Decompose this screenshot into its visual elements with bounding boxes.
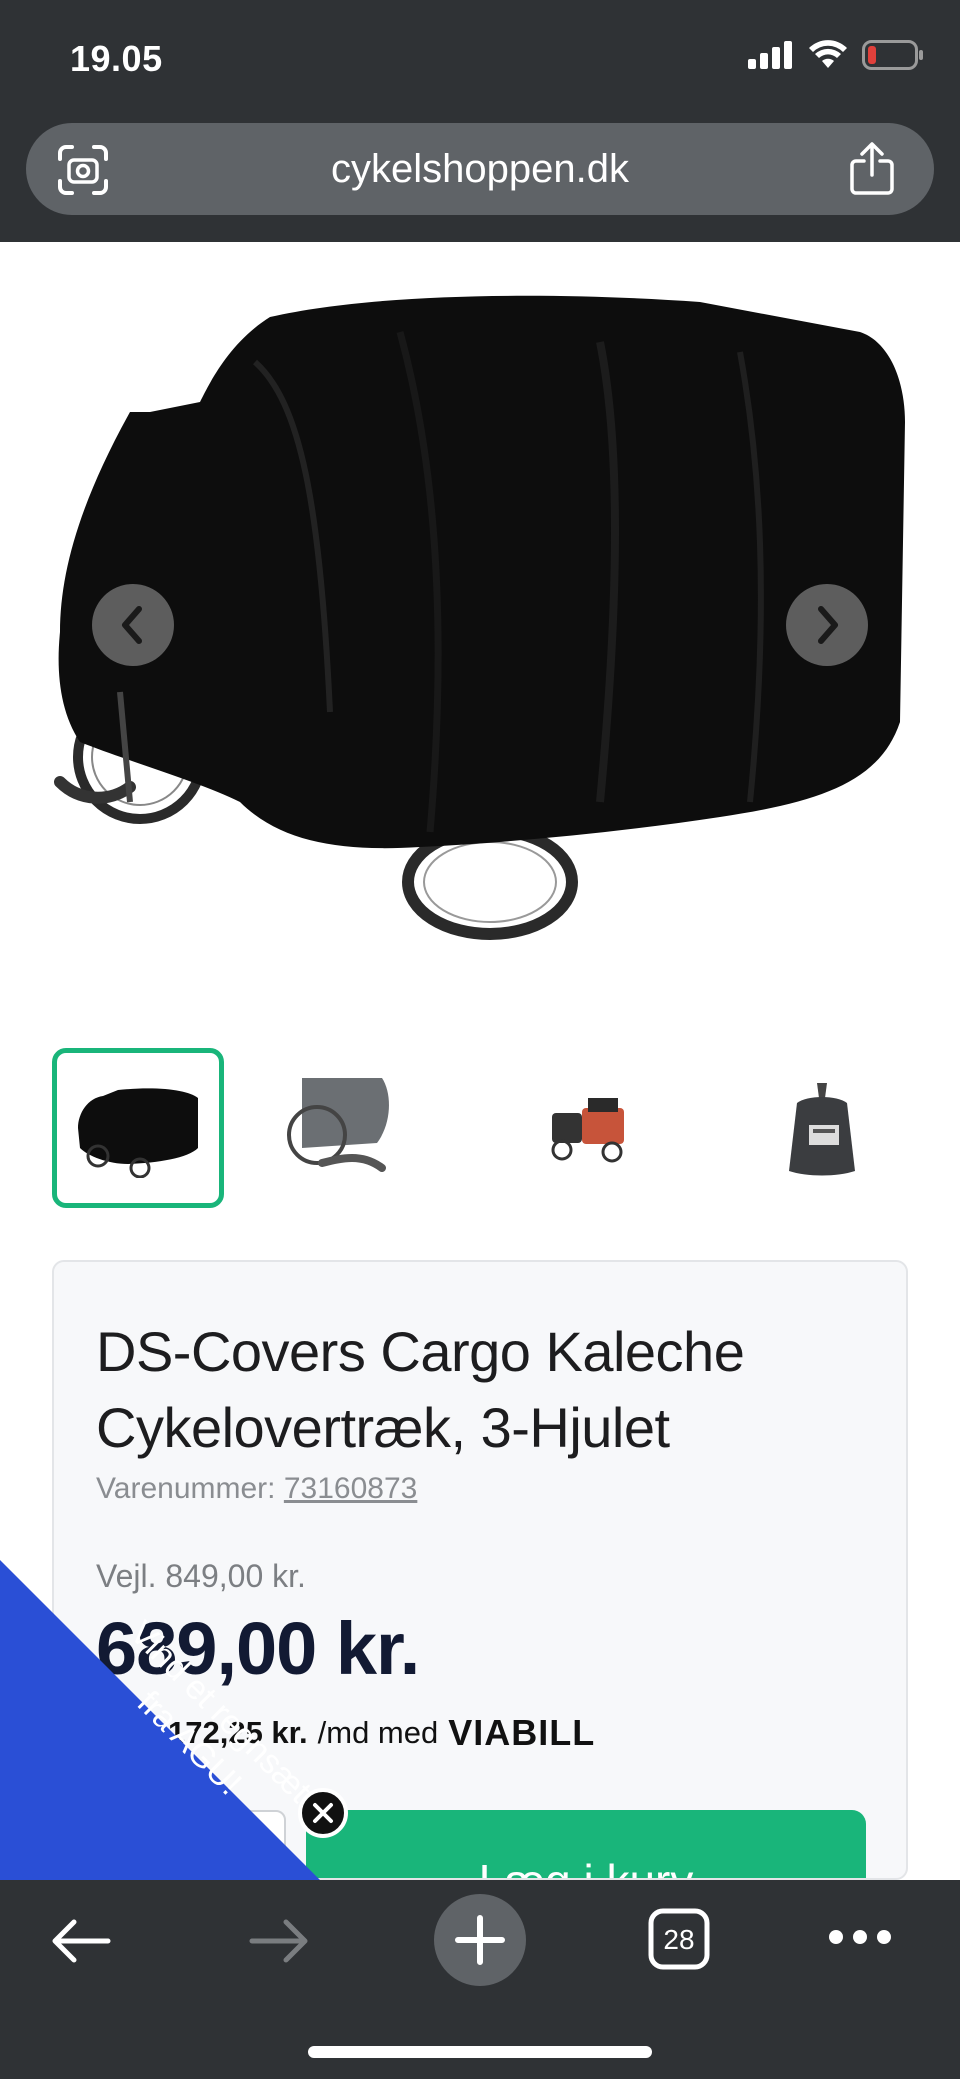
- chevron-left-icon: [122, 606, 142, 644]
- address-bar[interactable]: cykelshoppen.dk: [26, 123, 934, 215]
- chevron-right-icon: [818, 606, 838, 644]
- signal-icon: [748, 41, 792, 69]
- thumbnail-image: [287, 1078, 389, 1172]
- product-title-line-2: Cykelovertræk, 3-Hjulet: [96, 1396, 670, 1459]
- thumbnail-4[interactable]: [736, 1048, 908, 1208]
- tabs-count: 28: [663, 1924, 695, 1955]
- back-arrow-icon[interactable]: [50, 1916, 112, 1966]
- battery-low-icon: [862, 40, 923, 70]
- url-text[interactable]: cykelshoppen.dk: [26, 147, 934, 192]
- thumbnail-image: [551, 1098, 624, 1163]
- thumbnail-1[interactable]: [52, 1048, 224, 1208]
- gallery-prev-button[interactable]: [92, 584, 174, 666]
- new-tab-icon[interactable]: [434, 1894, 526, 1986]
- more-icon[interactable]: [828, 1928, 892, 1946]
- thumbnail-image: [789, 1083, 855, 1176]
- product-title: DS-Covers Cargo Kaleche Cykelovertræk, 3…: [96, 1314, 876, 1466]
- add-to-cart-button[interactable]: Læg i kurv: [306, 1810, 866, 1878]
- share-icon[interactable]: [846, 141, 898, 197]
- wifi-icon: [809, 40, 847, 68]
- thumbnail-strip: [0, 1048, 960, 1208]
- product-title-line-1: DS-Covers Cargo Kaleche: [96, 1320, 745, 1383]
- thumbnail-3[interactable]: [506, 1048, 678, 1208]
- thumbnail-2[interactable]: [256, 1048, 428, 1208]
- financing-text: /md med: [317, 1715, 439, 1750]
- promo-ribbon[interactable]: Vind et regnsæt fra AGU!: [0, 1560, 320, 1880]
- browser-bottom-toolbar: 28: [0, 1880, 960, 2079]
- thumbnail-image: [78, 1088, 198, 1178]
- sku-label: Varenummer:: [96, 1472, 276, 1505]
- sku-row: Varenummer: 73160873: [96, 1472, 417, 1506]
- status-time: 19.05: [70, 38, 163, 79]
- status-icons: [748, 40, 924, 70]
- gallery-next-button[interactable]: [786, 584, 868, 666]
- viabill-logo: VIABILL: [448, 1712, 596, 1753]
- forward-arrow-icon[interactable]: [248, 1916, 310, 1966]
- browser-top-chrome: 19.05 cykelshoppen.dk: [0, 0, 960, 242]
- home-indicator: [308, 2046, 652, 2058]
- product-image-gallery[interactable]: [0, 242, 960, 1002]
- tabs-button[interactable]: 28: [648, 1908, 710, 1970]
- sku-value[interactable]: 73160873: [284, 1472, 417, 1505]
